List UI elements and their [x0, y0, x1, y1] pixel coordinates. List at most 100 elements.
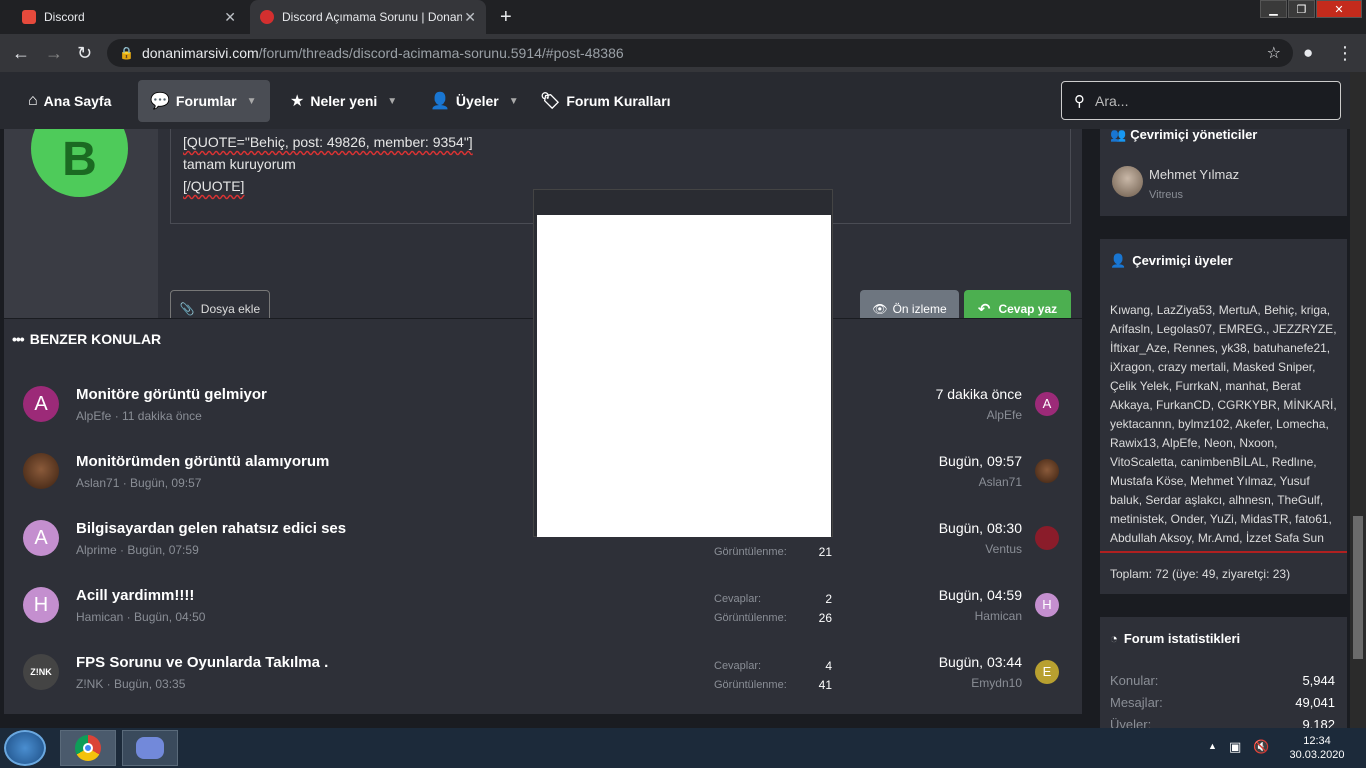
nav-whats-new[interactable]: ★ Neler yeni ▼	[278, 80, 409, 122]
last-poster-avatar[interactable]	[1035, 459, 1059, 483]
chevron-down-icon[interactable]: ▼	[387, 96, 397, 107]
thread-title[interactable]: Monitöre görüntü gelmiyor	[76, 386, 267, 403]
online-members-heading: 👤 Çevrimiçi üyeler	[1110, 253, 1233, 268]
page-scrollbar[interactable]	[1350, 72, 1366, 728]
scrollbar-thumb[interactable]	[1353, 516, 1363, 659]
ellipsis-icon: •••	[12, 331, 25, 347]
star-icon: ★	[290, 93, 305, 110]
tab-discord[interactable]: Discord ✕	[8, 0, 246, 34]
last-post-time[interactable]: Bugün, 03:44	[884, 654, 1022, 670]
search-icon: ⚲	[1074, 92, 1085, 110]
thread-row[interactable]: H Acill yardimm!!!! Hamican · Bugün, 04:…	[4, 572, 1082, 639]
avatar[interactable]	[23, 453, 59, 489]
forum-stats-heading: ◔ Forum istatistikleri	[1110, 631, 1241, 646]
avatar[interactable]	[1112, 166, 1143, 197]
profile-icon[interactable]: ●	[1303, 43, 1313, 63]
last-post-time[interactable]: Bugün, 04:59	[884, 587, 1022, 603]
comments-icon: 💬	[150, 93, 170, 110]
last-poster-avatar[interactable]	[1035, 526, 1059, 550]
nav-forum-rules[interactable]: 🏷 Forum Kuralları	[528, 80, 683, 122]
eye-icon: 👁	[872, 302, 888, 316]
nav-members[interactable]: 👤 Üyeler ▼	[418, 80, 531, 122]
avatar[interactable]: A	[23, 386, 59, 422]
replies-count: 2	[825, 592, 832, 606]
forward-icon[interactable]: →	[45, 43, 63, 63]
system-clock[interactable]: 12:34 30.03.2020	[1282, 734, 1352, 762]
last-post-time[interactable]: 7 dakika önce	[884, 386, 1022, 402]
menu-icon[interactable]: ⋮	[1336, 43, 1354, 63]
last-post-time[interactable]: Bugün, 09:57	[884, 453, 1022, 469]
chevron-down-icon[interactable]: ▼	[509, 96, 519, 107]
tab-close-icon[interactable]: ✕	[464, 9, 476, 25]
search-input[interactable]: ⚲ Ara...	[1061, 81, 1341, 120]
avatar[interactable]: H	[23, 587, 59, 623]
nav-forums[interactable]: 💬 Forumlar ▼	[138, 80, 270, 122]
thread-title[interactable]: FPS Sorunu ve Oyunlarda Takılma .	[76, 654, 328, 671]
staff-name[interactable]: Mehmet Yılmaz	[1149, 167, 1239, 182]
last-post-user[interactable]: Ventus	[884, 542, 1022, 556]
online-total: Toplam: 72 (üye: 49, ziyaretçi: 23)	[1110, 567, 1291, 581]
restore-icon[interactable]: ❐	[1288, 0, 1315, 18]
discord-icon	[136, 737, 164, 759]
thread-title[interactable]: Monitörümden görüntü alamıyorum	[76, 453, 329, 470]
thread-meta: Hamican · Bugün, 04:50	[76, 610, 206, 624]
replies-label: Cevaplar:	[714, 593, 762, 605]
reload-icon[interactable]: ↻	[77, 43, 92, 63]
avatar[interactable]: A	[23, 520, 59, 556]
new-tab-icon[interactable]: +	[500, 6, 512, 29]
discord-taskbar-button[interactable]	[122, 730, 178, 766]
tab-title: Discord Açımama Sorunu | Donanım Arşivi	[282, 10, 462, 24]
nav-home[interactable]: ⌂ Ana Sayfa	[16, 80, 123, 122]
last-post-user[interactable]: Emydn10	[884, 676, 1022, 690]
stat-label: Üyeler:	[1110, 717, 1152, 728]
chrome-icon	[75, 735, 101, 761]
search-placeholder: Ara...	[1095, 92, 1129, 109]
thread-meta: Z!NK · Bugün, 03:35	[76, 677, 186, 691]
button-label: Ön izleme	[892, 302, 947, 316]
network-icon[interactable]: ▣	[1229, 739, 1241, 755]
avatar[interactable]: Z!NK	[23, 654, 59, 690]
thread-title[interactable]: Acill yardimm!!!!	[76, 587, 194, 604]
last-poster-avatar[interactable]: H	[1035, 593, 1059, 617]
bookmark-star-icon[interactable]: ☆	[1267, 43, 1281, 63]
address-toolbar: ← → ↻ 🔒 donanimarsivi.com/forum/threads/…	[0, 34, 1366, 72]
last-post-user[interactable]: Hamican	[884, 609, 1022, 623]
last-post-user[interactable]: AlpEfe	[884, 408, 1022, 422]
online-member-list[interactable]: Kıwang, LazZiya53, MertuA, Behiç, kriga,…	[1110, 301, 1338, 548]
windows-start-icon[interactable]	[4, 730, 46, 766]
volume-muted-icon[interactable]: 🔇	[1253, 739, 1269, 755]
chrome-taskbar-button[interactable]	[60, 730, 116, 766]
tab-close-icon[interactable]: ✕	[224, 9, 236, 25]
views-label: Görüntülenme:	[714, 546, 787, 558]
thread-row[interactable]: Z!NK FPS Sorunu ve Oyunlarda Takılma . Z…	[4, 639, 1082, 706]
thread-meta: Alprime · Bugün, 07:59	[76, 543, 199, 557]
url-path: /forum/threads/discord-acimama-sorunu.59…	[258, 45, 624, 61]
staff-role: Vitreus	[1149, 189, 1184, 201]
close-window-icon[interactable]: ✕	[1316, 0, 1362, 18]
minimize-icon[interactable]: ▁	[1260, 0, 1287, 18]
windows-taskbar: ▲ ▣ 🔇 12:34 30.03.2020	[0, 728, 1366, 768]
online-staff-heading: 👥 Çevrimiçi yöneticiler	[1110, 127, 1258, 142]
tag-icon: 🏷	[540, 93, 561, 110]
reply-arrow-icon: ↶	[977, 301, 991, 318]
nav-label: Üyeler	[455, 93, 499, 109]
thread-title[interactable]: Bilgisayardan gelen rahatsız edici ses	[76, 520, 346, 537]
overlay-content	[537, 215, 831, 537]
home-icon: ⌂	[28, 92, 38, 109]
online-members-block: 👤 Çevrimiçi üyeler Kıwang, LazZiya53, Mer…	[1099, 238, 1348, 595]
last-poster-avatar[interactable]: E	[1035, 660, 1059, 684]
site-navbar: ⌂ Ana Sayfa 💬 Forumlar ▼ ★ Neler yeni ▼ 👤 Üyel…	[0, 72, 1350, 129]
overlay-popup-window[interactable]	[533, 189, 833, 537]
last-post-user[interactable]: Aslan71	[884, 475, 1022, 489]
last-poster-avatar[interactable]: A	[1035, 392, 1059, 416]
back-icon[interactable]: ←	[12, 43, 30, 63]
thread-meta: Aslan71 · Bugün, 09:57	[76, 476, 202, 490]
button-label: Dosya ekle	[200, 302, 261, 316]
address-bar[interactable]: 🔒 donanimarsivi.com/forum/threads/discor…	[107, 39, 1293, 67]
browser-tab-bar: Discord ✕ Discord Açımama Sorunu | Donan…	[0, 0, 1366, 34]
last-post-time[interactable]: Bugün, 08:30	[884, 520, 1022, 536]
tray-expand-icon[interactable]: ▲	[1208, 741, 1217, 751]
lock-icon: 🔒	[119, 46, 134, 60]
tab-donanimarsivi[interactable]: Discord Açımama Sorunu | Donanım Arşivi …	[250, 0, 486, 34]
chevron-down-icon[interactable]: ▼	[247, 96, 257, 107]
